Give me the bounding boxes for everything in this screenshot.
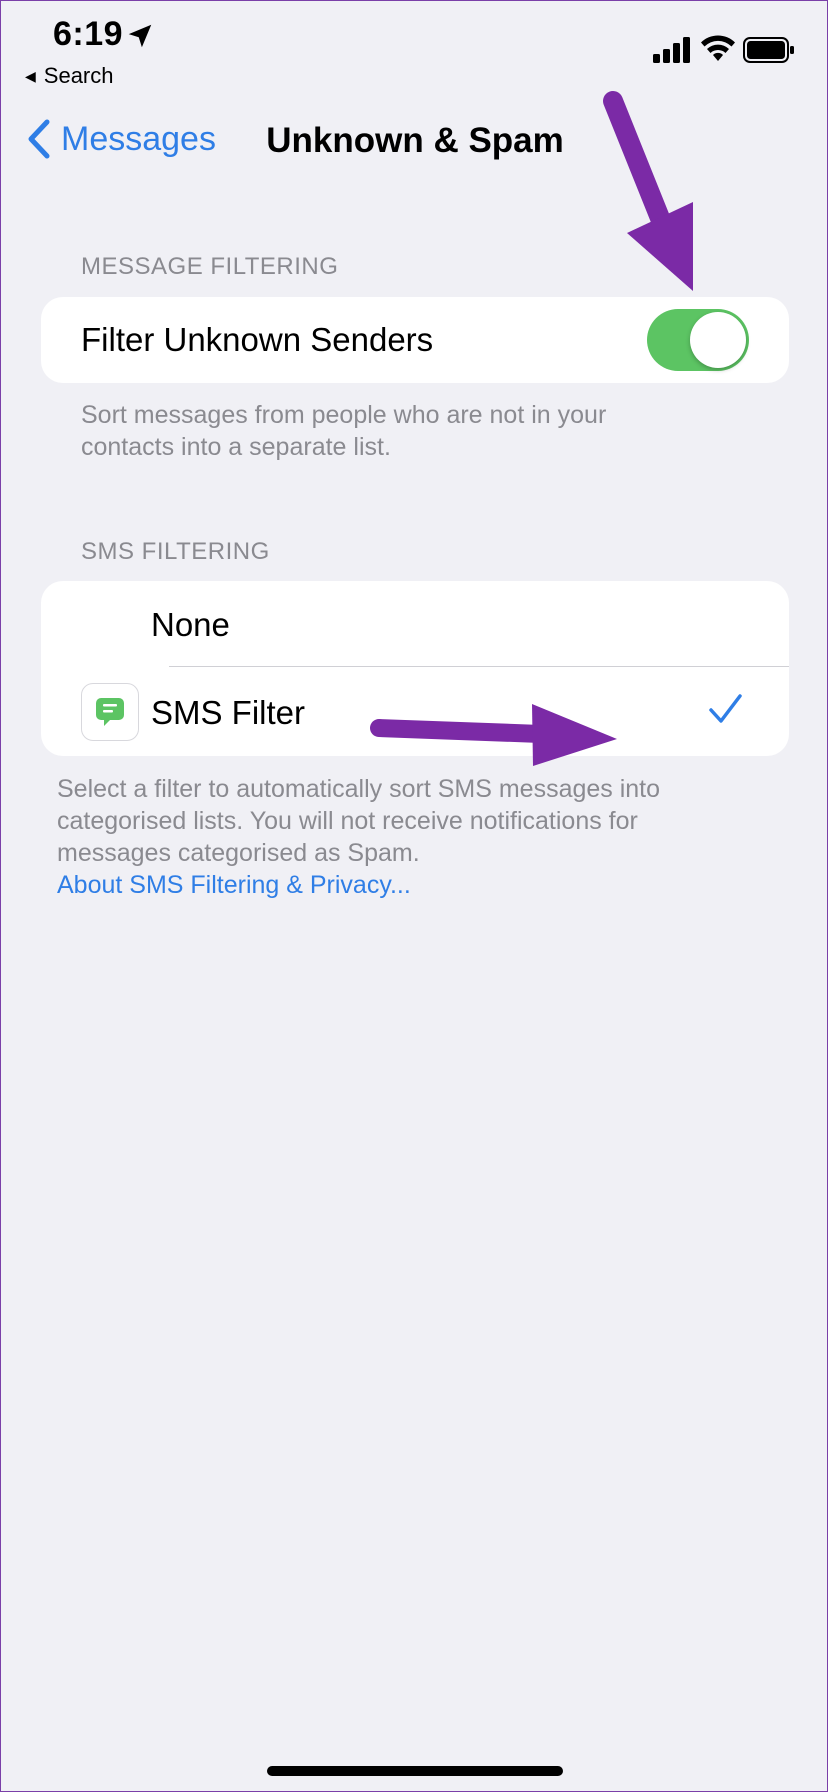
annotation-arrow-down-icon: [603, 91, 693, 291]
home-indicator[interactable]: [267, 1766, 563, 1776]
annotation-arrows: [370, 91, 693, 766]
annotation-arrow-right-icon: [370, 704, 617, 766]
